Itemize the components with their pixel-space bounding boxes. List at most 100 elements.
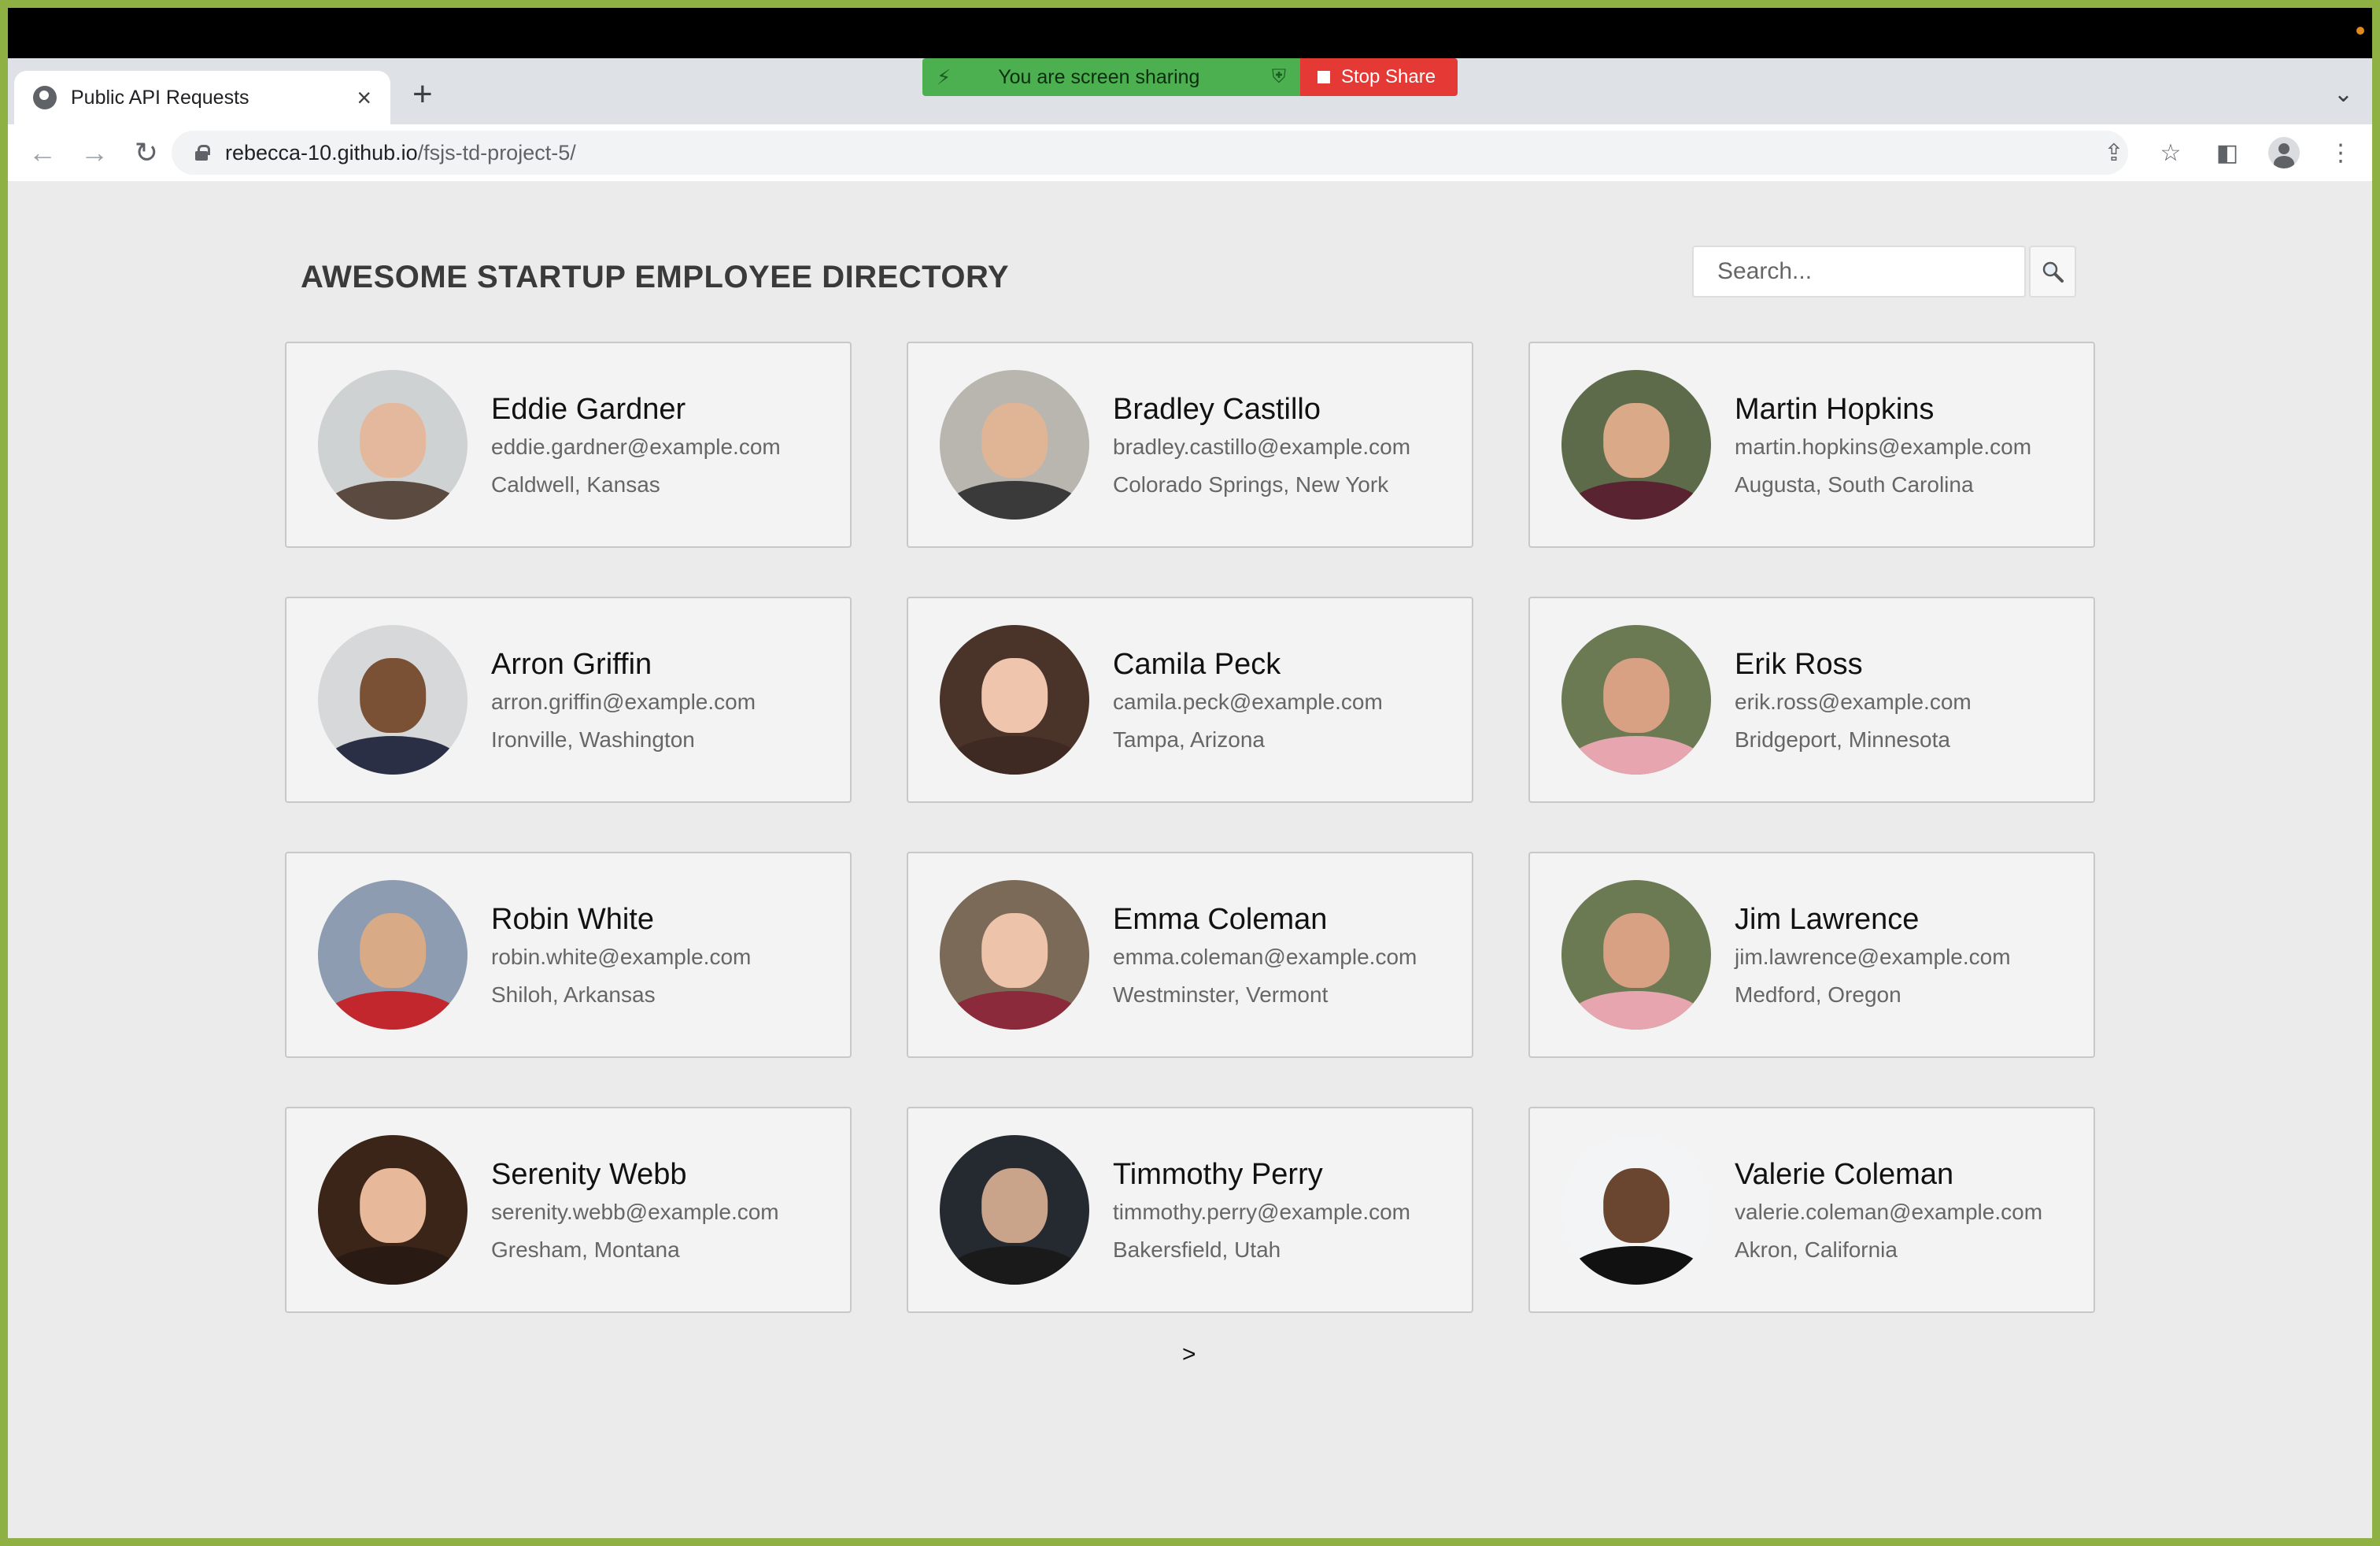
employee-card[interactable]: Timmothy Perry timmothy.perry@example.com… [907,1107,1473,1313]
employee-name: Valerie Coleman [1735,1157,1954,1191]
employee-card[interactable]: Camila Peck camila.peck@example.com Tampa,… [907,597,1473,803]
employee-avatar [318,625,468,775]
next-page-button[interactable]: > [1182,1341,1196,1368]
employee-location: Ironville, Washington [491,727,695,752]
employee-info: Valerie Coleman valerie.coleman@example.c… [1735,1158,2042,1263]
employee-info: Eddie Gardner eddie.gardner@example.com Ca… [491,393,781,497]
new-tab-button[interactable]: + [412,77,433,112]
shield-icon: ⛨ [1272,66,1286,87]
employee-card[interactable]: Serenity Webb serenity.webb@example.com Gr… [285,1107,852,1313]
employee-location: Akron, California [1735,1237,1898,1262]
employee-email: camila.peck@example.com [1113,689,1383,714]
employee-info: Timmothy Perry timmothy.perry@example.com… [1113,1158,1410,1263]
employee-avatar [1561,625,1711,775]
side-panel-icon[interactable]: ◧ [2212,139,2243,167]
avatar-face [360,1167,426,1243]
employee-card[interactable]: Jim Lawrence jim.lawrence@example.com Medf… [1528,852,2095,1058]
stop-share-button[interactable]: Stop Share [1300,58,1458,96]
employee-name: Timmothy Perry [1113,1157,1323,1191]
employee-email: serenity.webb@example.com [491,1199,779,1224]
employee-avatar [940,1135,1089,1285]
search-input[interactable] [1692,246,2026,298]
employee-avatar [1561,880,1711,1030]
employee-card[interactable]: Emma Coleman emma.coleman@example.com West… [907,852,1473,1058]
tab-list-chevron-icon[interactable]: ⌄ [2334,80,2353,108]
employee-card[interactable]: Arron Griffin arron.griffin@example.com Ir… [285,597,852,803]
employee-info: Arron Griffin arron.griffin@example.com Ir… [491,648,756,753]
avatar-face [1603,657,1669,733]
employee-card[interactable]: Eddie Gardner eddie.gardner@example.com Ca… [285,342,852,548]
employee-name: Eddie Gardner [491,392,686,426]
employee-name: Arron Griffin [491,647,652,681]
employee-gallery: Eddie Gardner eddie.gardner@example.com Ca… [285,342,2097,1313]
os-top-bar [8,8,2372,58]
employee-avatar [940,880,1089,1030]
employee-location: Bridgeport, Minnesota [1735,727,1950,752]
forward-arrow-icon[interactable]: → [77,136,112,169]
url-host: rebecca-10.github.io [225,140,418,165]
employee-avatar [940,370,1089,520]
employee-name: Martin Hopkins [1735,392,1935,426]
globe-icon [33,86,57,109]
employee-card[interactable]: Martin Hopkins martin.hopkins@example.com… [1528,342,2095,548]
employee-name: Emma Coleman [1113,902,1328,936]
avatar-shoulders [1567,480,1706,520]
lock-icon[interactable] [195,145,210,161]
employee-card[interactable]: Erik Ross erik.ross@example.com Bridgeport… [1528,597,2095,803]
stop-share-label: Stop Share [1341,66,1436,87]
bookmark-star-icon[interactable]: ☆ [2155,139,2186,167]
share-icon[interactable]: ⇪ [2098,139,2130,167]
employee-card[interactable]: Valerie Coleman valerie.coleman@example.c… [1528,1107,2095,1313]
avatar-shoulders [1567,1245,1706,1285]
reload-icon[interactable]: ↻ [129,136,164,169]
browser-tab[interactable]: Public API Requests × [14,71,390,124]
employee-email: martin.hopkins@example.com [1735,434,2032,459]
employee-email: valerie.coleman@example.com [1735,1199,2043,1224]
avatar-face [360,402,426,478]
screen-share-status: ⚡ You are screen sharing ⛨ [922,58,1300,96]
employee-name: Bradley Castillo [1113,392,1321,426]
close-tab-icon[interactable]: × [357,85,371,110]
avatar-face [1603,912,1669,988]
toolbar-actions: ⇪ ☆ ◧ ⋮ [2098,124,2356,181]
search-button[interactable] [2029,246,2076,298]
menu-kebab-icon[interactable]: ⋮ [2325,139,2356,167]
avatar-shoulders [945,990,1084,1030]
screen-share-message: You are screen sharing [998,65,1200,88]
employee-card[interactable]: Robin White robin.white@example.com Shiloh… [285,852,852,1058]
employee-name: Robin White [491,902,654,936]
back-arrow-icon[interactable]: ← [25,136,60,169]
address-bar[interactable]: rebecca-10.github.io/fsjs-td-project-5/ [172,131,2128,175]
avatar-shoulders [945,1245,1084,1285]
recording-indicator [2356,27,2364,35]
employee-email: timmothy.perry@example.com [1113,1199,1410,1224]
avatar-shoulders [945,480,1084,520]
employee-location: Gresham, Montana [491,1237,680,1262]
employee-card[interactable]: Bradley Castillo bradley.castillo@example… [907,342,1473,548]
avatar-shoulders [1567,735,1706,775]
employee-avatar [318,370,468,520]
employee-location: Medford, Oregon [1735,982,1901,1007]
search-icon [2042,261,2064,283]
employee-email: robin.white@example.com [491,944,752,969]
employee-info: Emma Coleman emma.coleman@example.com West… [1113,903,1417,1008]
employee-location: Tampa, Arizona [1113,727,1265,752]
employee-avatar [1561,370,1711,520]
employee-info: Martin Hopkins martin.hopkins@example.com… [1735,393,2031,497]
employee-location: Colorado Springs, New York [1113,472,1389,497]
employee-name: Erik Ross [1735,647,1863,681]
employee-location: Bakersfield, Utah [1113,1237,1281,1262]
avatar-face [1603,1167,1669,1243]
stop-icon [1318,71,1330,83]
url-path: /fsjs-td-project-5/ [417,140,576,165]
employee-name: Serenity Webb [491,1157,687,1191]
employee-location: Shiloh, Arkansas [491,982,656,1007]
profile-avatar-icon[interactable] [2268,137,2300,168]
employee-email: jim.lawrence@example.com [1735,944,2011,969]
employee-avatar [940,625,1089,775]
employee-email: eddie.gardner@example.com [491,434,781,459]
avatar-shoulders [945,735,1084,775]
avatar-face [360,912,426,988]
employee-info: Robin White robin.white@example.com Shiloh… [491,903,751,1008]
employee-email: emma.coleman@example.com [1113,944,1417,969]
